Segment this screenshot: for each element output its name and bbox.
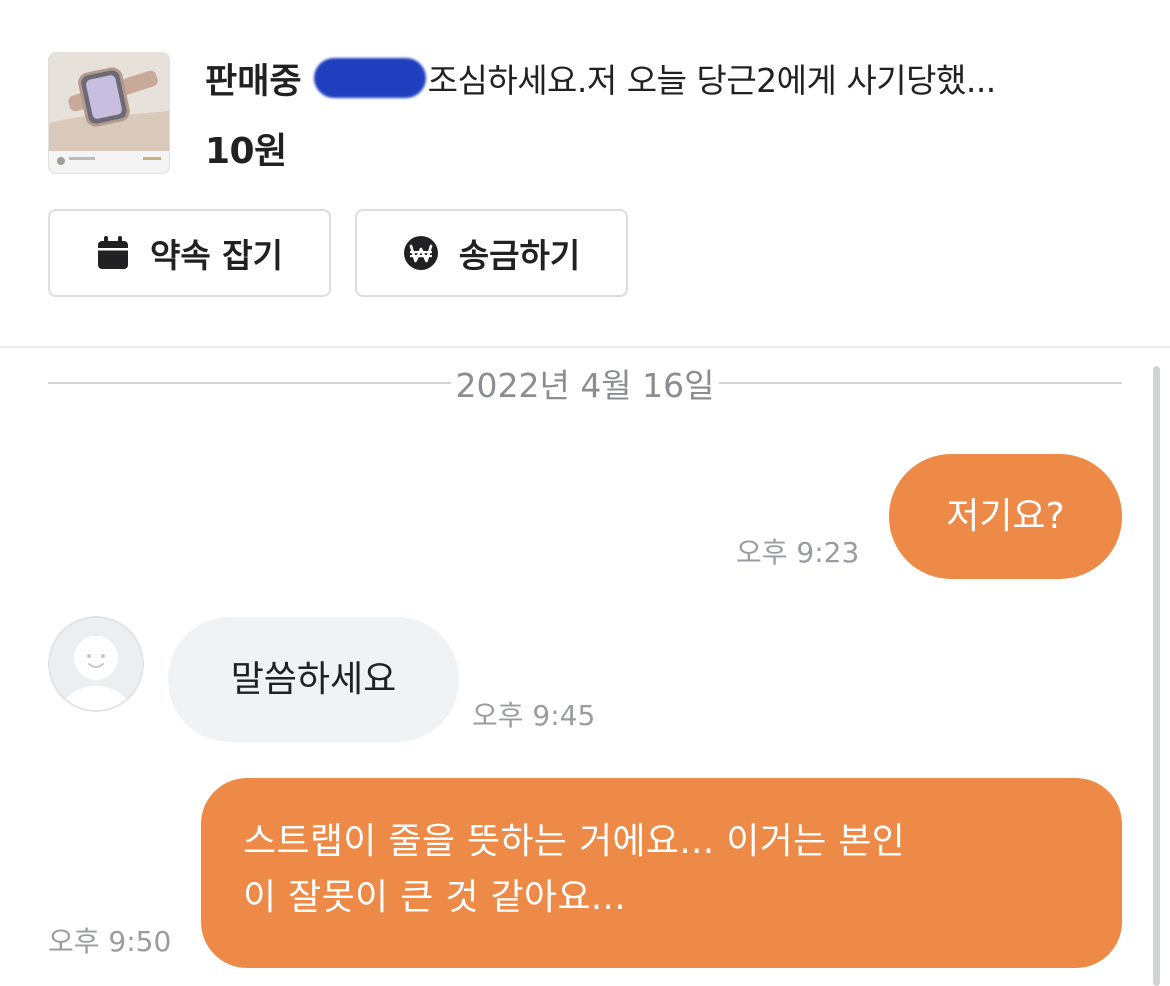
make-appointment-label: 약속 잡기 bbox=[150, 236, 283, 275]
message-text: 저기요? bbox=[946, 495, 1065, 537]
outgoing-message-bubble[interactable]: 저기요? bbox=[889, 454, 1122, 579]
product-price: 10원 bbox=[205, 131, 287, 172]
date-separator-line-left bbox=[48, 382, 452, 384]
product-title-row[interactable]: 판매중 조심하세요.저 오늘 당근2에게 사기당했... bbox=[205, 52, 1135, 104]
send-money-button[interactable]: 송금하기 bbox=[355, 209, 628, 297]
product-thumbnail[interactable] bbox=[48, 52, 170, 174]
outgoing-message-bubble[interactable]: 스트랩이 줄을 뜻하는 거에요... 이거는 본인 이 잘못이 큰 것 같아요.… bbox=[201, 778, 1122, 968]
chat-date: 2022년 4월 16일 bbox=[455, 366, 715, 405]
message-timestamp: 오후 9:23 bbox=[736, 536, 860, 569]
message-timestamp: 오후 9:45 bbox=[472, 699, 596, 732]
message-timestamp: 오후 9:50 bbox=[48, 925, 172, 958]
message-text: 말씀하세요 bbox=[230, 658, 397, 700]
sale-status-badge: 판매중 bbox=[205, 61, 302, 102]
date-separator-line-right bbox=[718, 382, 1122, 384]
chat-scrollbar[interactable] bbox=[1153, 366, 1160, 986]
product-title: 조심하세요.저 오늘 당근2에게 사기당했... bbox=[427, 61, 997, 100]
calendar-icon bbox=[96, 235, 130, 271]
header-divider bbox=[0, 346, 1170, 348]
won-coin-icon bbox=[403, 235, 439, 271]
send-money-label: 송금하기 bbox=[458, 236, 581, 275]
watch-product-photo-icon bbox=[49, 53, 169, 173]
make-appointment-button[interactable]: 약속 잡기 bbox=[48, 209, 331, 297]
message-text-line: 이 잘못이 큰 것 같아요... bbox=[243, 876, 626, 918]
date-separator: 2022년 4월 16일 bbox=[48, 360, 1122, 406]
partner-avatar[interactable] bbox=[48, 616, 144, 712]
message-text-line: 스트랩이 줄을 뜻하는 거에요... 이거는 본인 bbox=[243, 821, 906, 862]
incoming-message-bubble[interactable]: 말씀하세요 bbox=[168, 617, 459, 742]
redacted-username-mark bbox=[313, 58, 426, 98]
default-profile-icon bbox=[50, 618, 142, 710]
